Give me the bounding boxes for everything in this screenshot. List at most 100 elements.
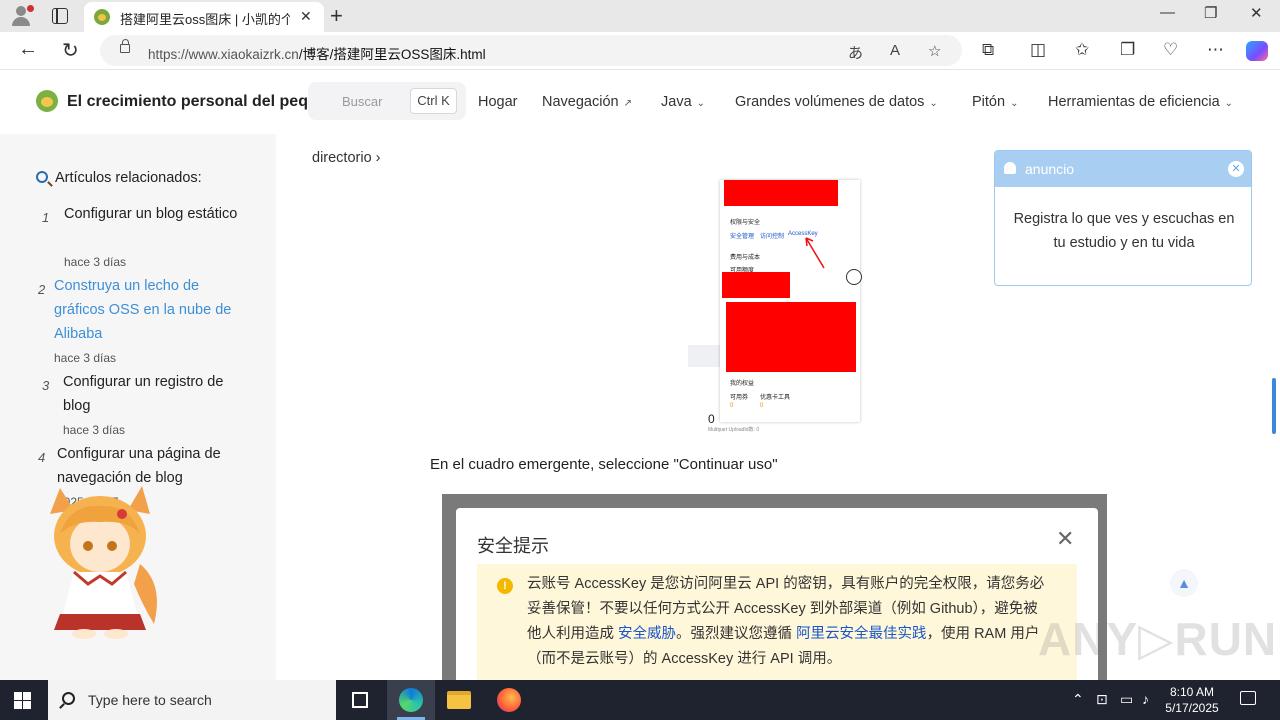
site-favicon-icon	[94, 9, 110, 25]
nav-item-navigation[interactable]: Navegación ↗	[542, 94, 632, 110]
article-date: hace 3 días	[63, 423, 126, 437]
security-dialog-screenshot: 安全提示 ✕ ! 云账号 AccessKey 是您访问阿里云 API 的密钥，具…	[456, 508, 1098, 680]
favorite-star-icon[interactable]: ☆	[928, 42, 941, 60]
browser-essentials-icon[interactable]: ♡	[1163, 40, 1178, 60]
search-button[interactable]: Buscar Ctrl K	[308, 82, 466, 120]
screenshot-link: 访问控制	[760, 234, 785, 240]
best-practice-link[interactable]: 阿里云安全最佳实践	[796, 626, 927, 642]
announcement-close-button[interactable]: ✕	[1228, 161, 1244, 177]
windows-taskbar: Type here to search ⌃ ⊡ ▭ ♪ 8:10 AM 5/17…	[0, 680, 1280, 720]
chevron-down-icon: ⌄	[929, 98, 938, 109]
taskbar-clock[interactable]: 8:10 AM 5/17/2025	[1160, 684, 1224, 716]
browser-tab-bar: 搭建阿里云oss图床 | 小凯的个人博客 ✕ + — ❐ ✕	[0, 0, 1280, 32]
screenshot-gray-strip	[688, 345, 721, 367]
search-icon	[62, 692, 75, 705]
article-paragraph: En el cuadro emergente, seleccione "Cont…	[430, 456, 778, 473]
warning-text: 云账号 AccessKey 是您访问阿里云 API 的密钥，具有账户的完全权限，…	[527, 576, 1045, 667]
copilot-icon[interactable]	[1246, 41, 1268, 61]
chevron-down-icon: ⌄	[696, 98, 706, 109]
tray-volume-icon[interactable]: ♪	[1142, 691, 1149, 707]
screenshot-val: 0	[760, 403, 764, 409]
task-view-icon	[352, 692, 368, 708]
url-field[interactable]: https://www.xiaokaizrk.cn/博客/搭建阿里云OSS图床.…	[100, 35, 962, 66]
red-arrow-icon	[805, 237, 825, 269]
dialog-title: 安全提示	[477, 536, 549, 556]
translate-icon[interactable]: あ	[848, 42, 863, 63]
browser-tab-active[interactable]: 搭建阿里云oss图床 | 小凯的个人博客 ✕	[84, 2, 324, 32]
screenshot-avatar-icon	[846, 269, 862, 285]
announcement-header: anuncio ✕	[995, 151, 1251, 187]
tray-chevron-up-icon[interactable]: ⌃	[1072, 691, 1084, 708]
taskbar-search-box[interactable]: Type here to search	[48, 680, 336, 720]
tab-close-icon[interactable]: ✕	[300, 8, 312, 25]
external-link-icon: ↗	[623, 98, 632, 109]
screenshot-menu-panel: 权限与安全 安全管理 访问控制 AccessKey 费用与成本 可用额度 我的权…	[720, 180, 860, 422]
article-number: 3	[42, 378, 50, 393]
folder-icon	[447, 691, 471, 709]
article-number: 2	[38, 282, 46, 297]
announcement-popup: anuncio ✕ Registra lo que ves y escuchas…	[994, 150, 1252, 286]
taskbar-file-explorer-button[interactable]	[435, 680, 483, 720]
refresh-icon[interactable]: ↻	[62, 38, 79, 63]
directory-toggle[interactable]: directorio ›	[312, 150, 381, 166]
lock-icon[interactable]	[120, 39, 130, 53]
split-screen-icon[interactable]: ◫	[1030, 40, 1046, 60]
screenshot-section-label: 费用与成本	[730, 255, 761, 261]
nav-item-big-data[interactable]: Grandes volúmenes de datos ⌄	[735, 94, 938, 110]
sidebar-article-link[interactable]: Configurar un blog estático	[64, 202, 244, 226]
chevron-down-icon: ⌄	[1010, 98, 1019, 109]
article-date: hace 3 días	[54, 351, 117, 365]
nav-item-home[interactable]: Hogar	[478, 94, 518, 110]
close-window-button[interactable]: ✕	[1250, 4, 1263, 22]
screenshot-bottom-text: Multipart UploadId数: 0	[708, 427, 760, 433]
tray-display-icon[interactable]: ▭	[1120, 691, 1133, 708]
security-threat-link[interactable]: 安全威胁	[618, 626, 676, 642]
sidebar-article-link-active[interactable]: Construya un lecho de gráficos OSS en la…	[54, 274, 242, 346]
read-aloud-icon[interactable]: A	[890, 42, 900, 59]
screenshot-link: 安全管理	[730, 234, 755, 240]
firefox-icon	[497, 688, 521, 712]
url-text[interactable]: https://www.xiaokaizrk.cn/博客/搭建阿里云OSS图床.…	[148, 43, 486, 63]
article-number: 4	[38, 450, 46, 465]
screenshot-section-label: 权限与安全	[730, 220, 761, 226]
notification-center-icon[interactable]	[1240, 691, 1256, 705]
new-tab-button[interactable]: +	[330, 3, 343, 29]
maximize-button[interactable]: ❐	[1204, 4, 1217, 22]
nav-item-efficiency-tools[interactable]: Herramientas de eficiencia ⌄	[1048, 94, 1233, 110]
nav-item-python[interactable]: Pitón ⌄	[972, 94, 1018, 110]
bell-icon	[1004, 162, 1016, 174]
back-arrow-icon[interactable]: ←	[18, 38, 38, 61]
profile-icon[interactable]	[8, 4, 34, 28]
sidebar-article-link[interactable]: Configurar una página de navegación de b…	[57, 442, 243, 490]
chevron-right-icon: ›	[375, 150, 381, 166]
chevron-down-icon: ⌄	[1224, 98, 1234, 109]
magnifier-icon	[36, 171, 48, 183]
scrollbar-thumb[interactable]	[1272, 378, 1276, 434]
sidebar-article-link[interactable]: Configurar un registro de blog	[63, 370, 243, 418]
taskbar-firefox-button[interactable]	[485, 680, 533, 720]
screenshot-col: 可用券	[730, 395, 749, 401]
redaction-block	[722, 272, 790, 298]
screenshot-section-label: 我的权益	[730, 381, 755, 387]
nav-item-java[interactable]: Java ⌄	[661, 94, 705, 110]
settings-more-icon[interactable]: ⋯	[1207, 40, 1224, 60]
mascot-character-image[interactable]	[30, 484, 170, 640]
task-view-button[interactable]	[336, 680, 384, 720]
tray-network-icon[interactable]: ⊡	[1096, 691, 1108, 708]
warning-icon: !	[497, 578, 513, 594]
favorites-icon[interactable]: ✩	[1075, 40, 1089, 60]
taskbar-edge-button[interactable]	[387, 680, 435, 720]
article-date: hace 3 días	[64, 255, 127, 269]
clock-time: 8:10 AM	[1169, 685, 1215, 699]
site-logo-icon[interactable]	[36, 90, 58, 112]
extensions-icon[interactable]: ⧉	[982, 40, 994, 60]
dialog-close-icon: ✕	[1056, 526, 1075, 551]
windows-start-icon[interactable]	[14, 692, 31, 709]
collections-icon[interactable]: ❐	[1120, 40, 1135, 60]
minimize-button[interactable]: —	[1160, 4, 1175, 21]
anyrun-watermark: ANY▷RUN	[1038, 613, 1278, 665]
back-to-top-rocket-icon[interactable]: ▲	[1170, 569, 1198, 597]
related-articles-heading: Artículos relacionados:	[36, 170, 202, 186]
tab-actions-icon[interactable]	[52, 8, 68, 24]
clock-date: 5/17/2025	[1165, 701, 1219, 715]
